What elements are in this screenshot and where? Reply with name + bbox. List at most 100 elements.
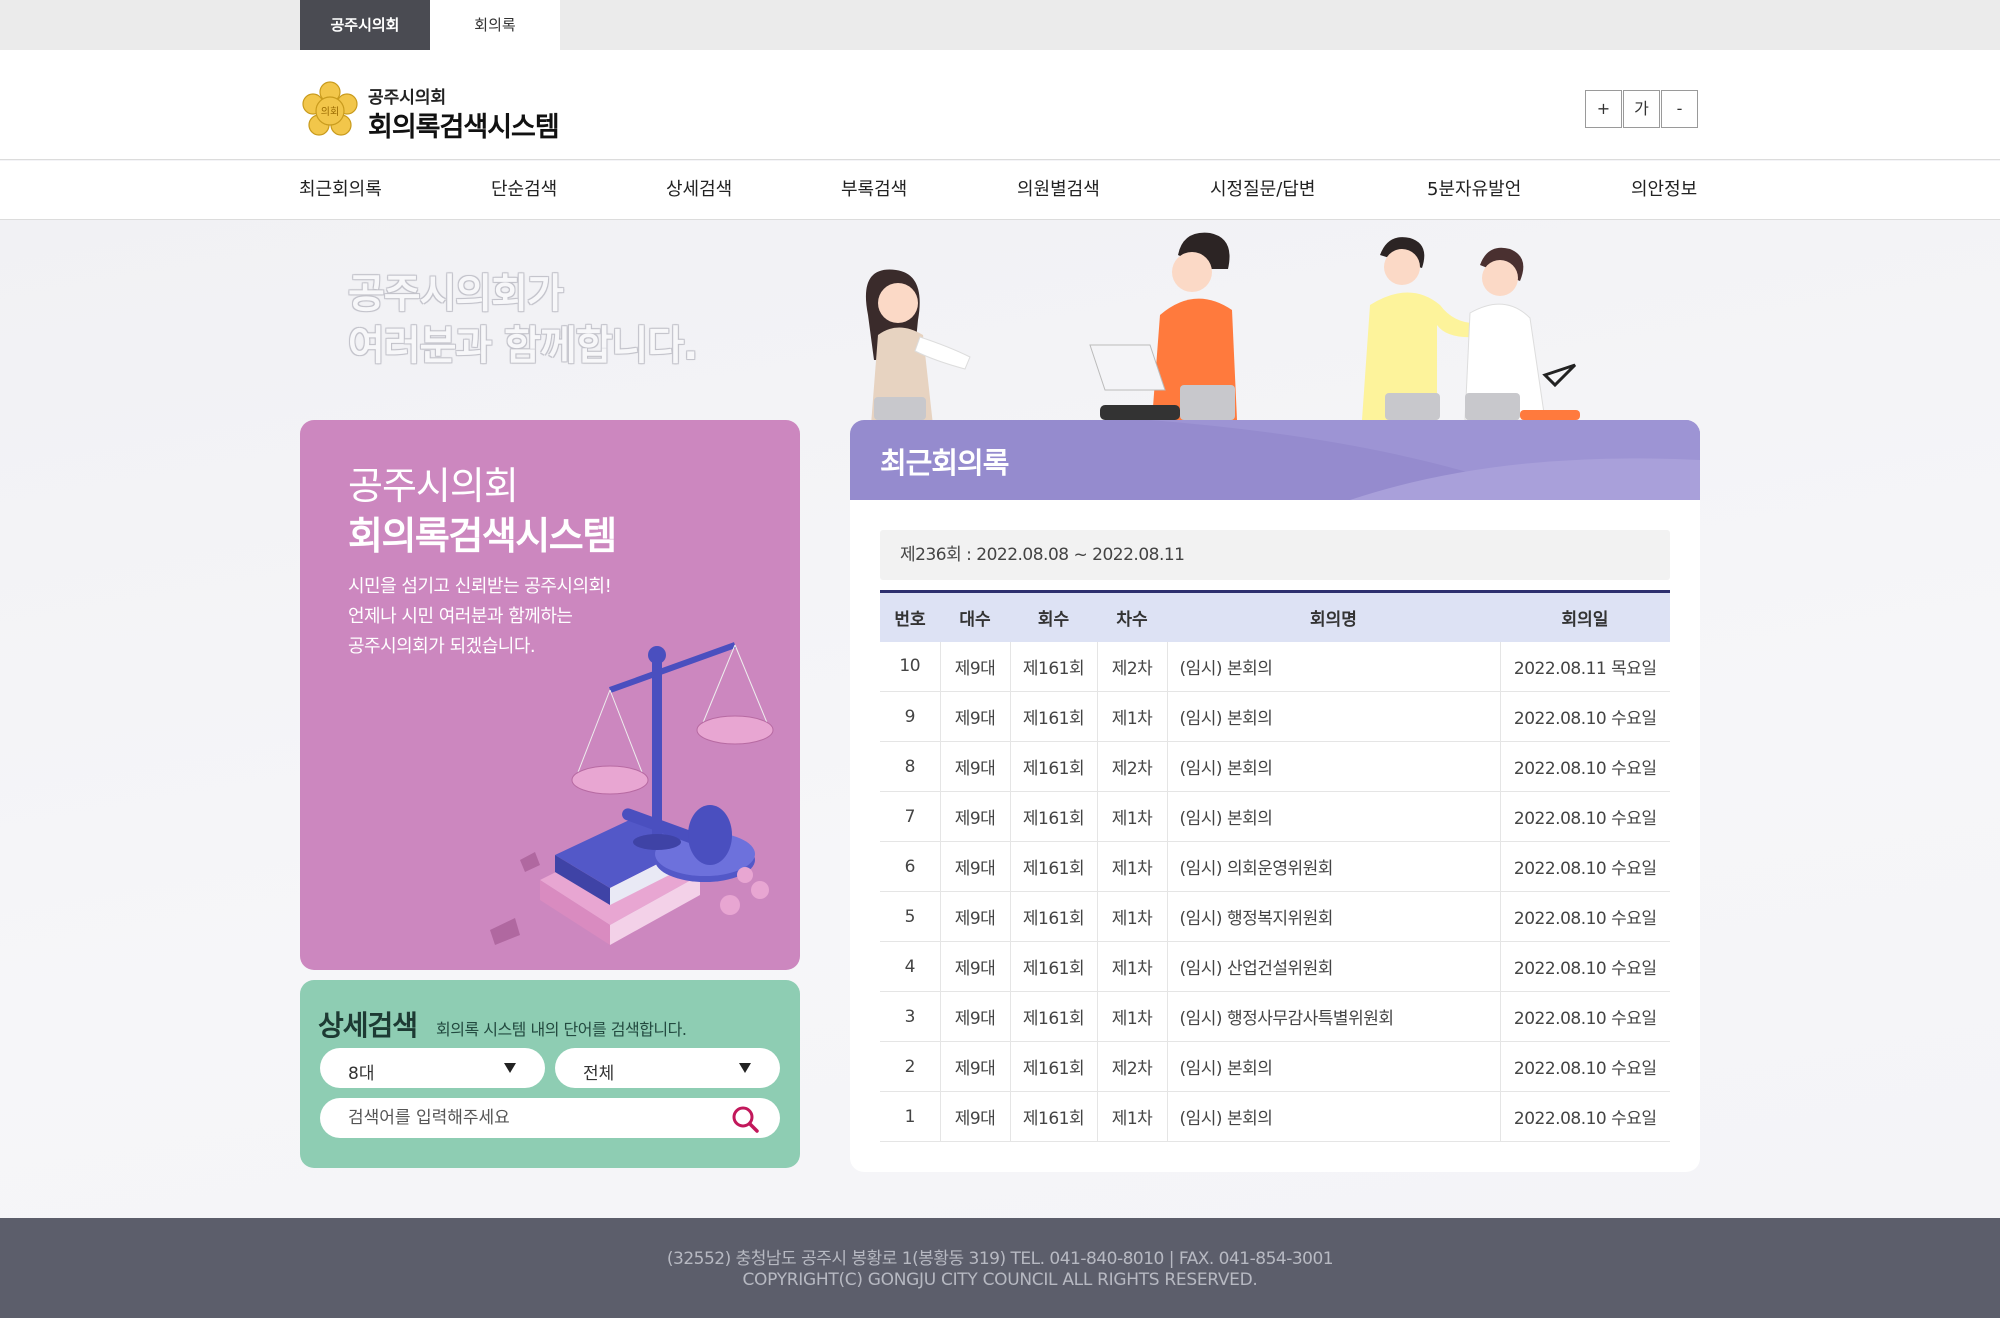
table-row[interactable]: 3 제9대 제161회 제1차 (임시) 행정사무감사특별위원회 2022.08… <box>880 991 1670 1042</box>
recent-minutes-panel: 최근회의록 제236회 : 2022.08.08 ~ 2022.08.11 번호… <box>850 420 1700 1172</box>
cell-order: 제1차 <box>1097 991 1168 1042</box>
site-logo[interactable]: 의회 공주시의회 회의록검색시스템 <box>300 80 600 143</box>
table-row[interactable]: 7 제9대 제161회 제1차 (임시) 본회의 2022.08.10 수요일 <box>880 791 1670 842</box>
recent-minutes-title[interactable]: 최근회의록 <box>880 440 1009 482</box>
slogan-line-1: 공주시의회가 <box>348 271 564 317</box>
cell-term: 제9대 <box>940 641 1011 692</box>
col-number: 번호 <box>880 590 940 642</box>
cell-number: 3 <box>880 991 941 1042</box>
table-row[interactable]: 4 제9대 제161회 제1차 (임시) 산업건설위원회 2022.08.10 … <box>880 941 1670 992</box>
nav-simple-search[interactable]: 단순검색 <box>491 161 557 219</box>
nav-bill-info[interactable]: 의안정보 <box>1631 161 1697 219</box>
cell-order: 제1차 <box>1097 1091 1168 1142</box>
slogan-line-2: 여러분과 함께합니다. <box>348 323 698 369</box>
caret-down-icon <box>504 1063 516 1073</box>
cell-number: 1 <box>880 1091 941 1142</box>
cell-meeting-name[interactable]: (임시) 본회의 <box>1167 791 1501 842</box>
cell-order: 제1차 <box>1097 941 1168 992</box>
cell-meeting-name[interactable]: (임시) 행정복지위원회 <box>1167 891 1501 942</box>
intro-text-line-1: 시민을 섬기고 신뢰받는 공주시의회! <box>348 576 612 597</box>
cell-meeting-date: 2022.08.10 수요일 <box>1500 691 1670 742</box>
nav-member-search[interactable]: 의원별검색 <box>1017 161 1100 219</box>
cell-number: 7 <box>880 791 941 842</box>
nav-detail-search[interactable]: 상세검색 <box>666 161 732 219</box>
caret-down-icon <box>739 1063 751 1073</box>
session-info: 제236회 : 2022.08.08 ~ 2022.08.11 <box>880 530 1670 580</box>
cell-number: 6 <box>880 841 941 892</box>
intro-title-system: 회의록검색시스템 <box>348 514 617 558</box>
cell-session: 제161회 <box>1010 941 1098 992</box>
cell-meeting-name[interactable]: (임시) 행정사무감사특별위원회 <box>1167 991 1501 1042</box>
font-reset-button[interactable]: 가 <box>1623 90 1660 128</box>
intro-card: 공주시의회 회의록검색시스템 시민을 섬기고 신뢰받는 공주시의회! 언제나 시… <box>300 420 800 970</box>
footer-address: (32552) 충청남도 공주시 봉황로 1(봉황동 319) TEL. 041… <box>666 1249 1334 1269</box>
top-bar: 공주시의회 회의록 <box>0 0 2000 50</box>
cell-order: 제1차 <box>1097 691 1168 742</box>
tab-minutes[interactable]: 회의록 <box>430 0 560 50</box>
cell-number: 2 <box>880 1041 941 1092</box>
table-row[interactable]: 9 제9대 제161회 제1차 (임시) 본회의 2022.08.10 수요일 <box>880 691 1670 742</box>
cell-order: 제2차 <box>1097 1041 1168 1092</box>
cell-meeting-name[interactable]: (임시) 본회의 <box>1167 641 1501 692</box>
cell-order: 제1차 <box>1097 891 1168 942</box>
cell-meeting-date: 2022.08.10 수요일 <box>1500 941 1670 992</box>
cell-meeting-date: 2022.08.10 수요일 <box>1500 891 1670 942</box>
cell-session: 제161회 <box>1010 891 1098 942</box>
tab-council[interactable]: 공주시의회 <box>300 0 430 50</box>
cell-meeting-date: 2022.08.10 수요일 <box>1500 991 1670 1042</box>
emblem-text: 의회 <box>321 106 339 118</box>
nav-administration-questions[interactable]: 시정질문/답변 <box>1210 161 1315 219</box>
cell-session: 제161회 <box>1010 741 1098 792</box>
cell-session: 제161회 <box>1010 791 1098 842</box>
table-row[interactable]: 6 제9대 제161회 제1차 (임시) 의회운영위원회 2022.08.10 … <box>880 841 1670 892</box>
cell-meeting-name[interactable]: (임시) 본회의 <box>1167 1091 1501 1142</box>
intro-title-council: 공주시의회 <box>348 464 519 508</box>
table-row[interactable]: 5 제9대 제161회 제1차 (임시) 행정복지위원회 2022.08.10 … <box>880 891 1670 942</box>
table-header-row: 번호 대수 회수 차수 회의명 회의일 <box>880 590 1670 642</box>
cell-term: 제9대 <box>940 741 1011 792</box>
table-row[interactable]: 2 제9대 제161회 제2차 (임시) 본회의 2022.08.10 수요일 <box>880 1041 1670 1092</box>
cell-term: 제9대 <box>940 941 1011 992</box>
col-order: 차수 <box>1097 590 1167 642</box>
table-row[interactable]: 10 제9대 제161회 제2차 (임시) 본회의 2022.08.11 목요일 <box>880 641 1670 692</box>
cell-meeting-date: 2022.08.10 수요일 <box>1500 791 1670 842</box>
col-term: 대수 <box>940 590 1010 642</box>
minutes-table: 번호 대수 회수 차수 회의명 회의일 10 제9대 제161회 제2차 (임시… <box>880 590 1670 1142</box>
cell-order: 제1차 <box>1097 841 1168 892</box>
footer: (32552) 충청남도 공주시 봉황로 1(봉황동 319) TEL. 041… <box>0 1218 2000 1318</box>
cell-meeting-name[interactable]: (임시) 의회운영위원회 <box>1167 841 1501 892</box>
cell-session: 제161회 <box>1010 641 1098 692</box>
cell-term: 제9대 <box>940 791 1011 842</box>
hero-slogan: 공주시의회가 여러분과 함께합니다. <box>348 268 698 372</box>
type-select[interactable]: 전체 <box>555 1048 780 1088</box>
cell-meeting-name[interactable]: (임시) 본회의 <box>1167 1041 1501 1092</box>
nav-recent-minutes[interactable]: 최근회의록 <box>299 161 382 219</box>
cell-session: 제161회 <box>1010 991 1098 1042</box>
table-row[interactable]: 8 제9대 제161회 제2차 (임시) 본회의 2022.08.10 수요일 <box>880 741 1670 792</box>
table-row[interactable]: 1 제9대 제161회 제1차 (임시) 본회의 2022.08.10 수요일 <box>880 1091 1670 1142</box>
cell-number: 10 <box>880 641 941 692</box>
council-emblem-icon: 의회 <box>302 81 358 136</box>
header: 의회 공주시의회 회의록검색시스템 + 가 - <box>0 50 2000 160</box>
cell-meeting-date: 2022.08.10 수요일 <box>1500 1041 1670 1092</box>
cell-term: 제9대 <box>940 691 1011 742</box>
cell-meeting-name[interactable]: (임시) 산업건설위원회 <box>1167 941 1501 992</box>
nav-appendix-search[interactable]: 부록검색 <box>841 161 907 219</box>
search-input[interactable] <box>348 1106 708 1130</box>
term-select[interactable]: 8대 <box>320 1048 545 1088</box>
recent-minutes-header: 최근회의록 <box>850 420 1700 500</box>
search-icon[interactable] <box>730 1104 760 1134</box>
font-increase-button[interactable]: + <box>1585 90 1622 128</box>
col-session: 회수 <box>1010 590 1097 642</box>
nav-five-minute-speech[interactable]: 5분자유발언 <box>1427 161 1521 219</box>
col-meeting-name: 회의명 <box>1167 590 1500 642</box>
cell-meeting-date: 2022.08.11 목요일 <box>1500 641 1670 692</box>
search-box <box>320 1098 780 1138</box>
cell-meeting-name[interactable]: (임시) 본회의 <box>1167 691 1501 742</box>
cell-meeting-name[interactable]: (임시) 본회의 <box>1167 741 1501 792</box>
cell-meeting-date: 2022.08.10 수요일 <box>1500 741 1670 792</box>
cell-number: 9 <box>880 691 941 742</box>
cell-meeting-date: 2022.08.10 수요일 <box>1500 1091 1670 1142</box>
font-decrease-button[interactable]: - <box>1661 90 1698 128</box>
cell-term: 제9대 <box>940 891 1011 942</box>
